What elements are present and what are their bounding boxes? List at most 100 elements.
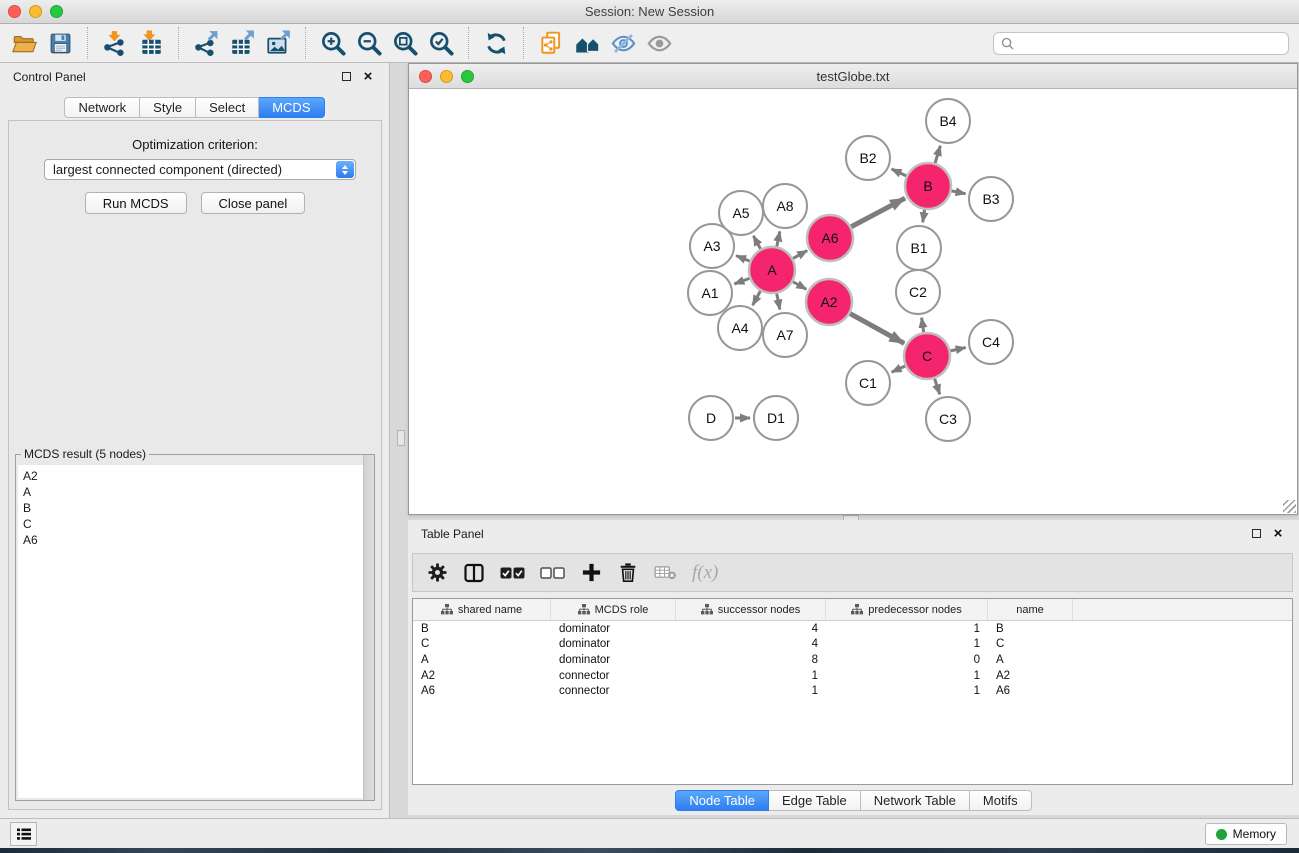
node-B2[interactable]: B2	[846, 136, 890, 180]
zoom-in-icon[interactable]	[315, 26, 351, 60]
column-header-successor-nodes[interactable]: successor nodes	[676, 599, 826, 620]
refresh-icon[interactable]	[478, 26, 514, 60]
hide-selected-icon[interactable]	[605, 26, 641, 60]
edge-C-C2[interactable]	[922, 318, 924, 332]
node-C3[interactable]: C3	[926, 397, 970, 441]
mcds-result-item[interactable]: A6	[23, 532, 372, 548]
close-table-panel-icon[interactable]: ×	[1270, 526, 1286, 542]
node-A1[interactable]: A1	[688, 271, 732, 315]
mcds-result-item[interactable]: B	[23, 500, 372, 516]
table-row[interactable]: Cdominator41C	[413, 637, 1292, 653]
edge-A6-B[interactable]	[851, 198, 905, 227]
node-B4[interactable]: B4	[926, 99, 970, 143]
export-network-icon[interactable]	[188, 26, 224, 60]
edge-A-A4[interactable]	[753, 291, 761, 305]
zoom-selected-icon[interactable]	[423, 26, 459, 60]
column-header-mcds-role[interactable]: MCDS role	[551, 599, 676, 620]
column-header-predecessor-nodes[interactable]: predecessor nodes	[826, 599, 988, 620]
edge-A-A3[interactable]	[736, 256, 750, 261]
node-C4[interactable]: C4	[969, 320, 1013, 364]
export-table-icon[interactable]	[224, 26, 260, 60]
mcds-result-item[interactable]: A2	[23, 468, 372, 484]
deselect-all-columns-icon[interactable]	[540, 560, 565, 586]
node-A[interactable]: A	[749, 247, 795, 293]
mcds-result-list[interactable]: A2ABCA6	[18, 465, 372, 798]
close-panel-button[interactable]: Close panel	[201, 192, 306, 214]
delete-column-icon[interactable]	[617, 560, 639, 586]
tab-style[interactable]: Style	[140, 97, 196, 118]
edge-A-A1[interactable]	[734, 278, 749, 284]
svg-text:A8: A8	[776, 198, 793, 214]
tab-edge-table[interactable]: Edge Table	[769, 790, 861, 811]
show-all-icon[interactable]	[641, 26, 677, 60]
node-B1[interactable]: B1	[897, 226, 941, 270]
open-icon[interactable]	[6, 26, 42, 60]
tab-node-table[interactable]: Node Table	[675, 790, 769, 811]
save-icon[interactable]	[42, 26, 78, 60]
edge-A-A2[interactable]	[793, 282, 806, 290]
search-input[interactable]	[1019, 37, 1281, 51]
duplicate-network-icon[interactable]	[533, 26, 569, 60]
import-table-icon[interactable]	[133, 26, 169, 60]
column-header-name[interactable]: name	[988, 599, 1073, 620]
edge-A-A8[interactable]	[777, 231, 780, 246]
edge-B-B4[interactable]	[935, 146, 940, 163]
table-row[interactable]: A6connector11A6	[413, 683, 1292, 699]
network-canvas[interactable]: B4B2BB3A8A5A6A3B1AA1C2A2A4A7C4CC1C3DD1	[409, 89, 1297, 514]
run-mcds-button[interactable]: Run MCDS	[85, 192, 187, 214]
mcds-result-item[interactable]: A	[23, 484, 372, 500]
resize-grip-icon[interactable]	[1283, 500, 1296, 513]
node-C[interactable]: C	[904, 333, 950, 379]
tab-motifs[interactable]: Motifs	[970, 790, 1032, 811]
edge-A-A6[interactable]	[793, 251, 807, 259]
tab-select[interactable]: Select	[196, 97, 259, 118]
first-neighbors-icon[interactable]	[569, 26, 605, 60]
node-A2[interactable]: A2	[806, 279, 852, 325]
zoom-out-icon[interactable]	[351, 26, 387, 60]
table-row[interactable]: Adominator80A	[413, 652, 1292, 668]
zoom-fit-icon[interactable]	[387, 26, 423, 60]
edge-A-A5[interactable]	[753, 236, 760, 249]
import-network-icon[interactable]	[97, 26, 133, 60]
gear-icon[interactable]	[426, 560, 448, 586]
node-B[interactable]: B	[905, 163, 951, 209]
float-table-panel-icon[interactable]	[1248, 526, 1264, 542]
node-A4[interactable]: A4	[718, 306, 762, 350]
split-columns-icon[interactable]	[463, 560, 485, 586]
node-A8[interactable]: A8	[763, 184, 807, 228]
edge-B-B2[interactable]	[892, 169, 907, 176]
edge-C-C4[interactable]	[950, 348, 965, 351]
close-panel-icon[interactable]: ×	[360, 69, 376, 85]
edge-B-B1[interactable]	[923, 210, 925, 223]
edge-A2-C[interactable]	[850, 314, 904, 344]
node-B3[interactable]: B3	[969, 177, 1013, 221]
edge-C-C3[interactable]	[935, 379, 940, 395]
edge-A-A7[interactable]	[777, 294, 780, 310]
node-D[interactable]: D	[689, 396, 733, 440]
mcds-list-scrollbar[interactable]	[363, 455, 374, 800]
vertical-splitter-handle[interactable]	[397, 430, 405, 446]
node-A7[interactable]: A7	[763, 313, 807, 357]
memory-button[interactable]: Memory	[1205, 823, 1287, 845]
mcds-result-item[interactable]: C	[23, 516, 372, 532]
table-row[interactable]: A2connector11A2	[413, 668, 1292, 684]
add-column-icon[interactable]	[580, 560, 602, 586]
node-A6[interactable]: A6	[807, 215, 853, 261]
node-C2[interactable]: C2	[896, 270, 940, 314]
edge-C-C1[interactable]	[892, 366, 906, 372]
criterion-dropdown[interactable]: largest connected component (directed)	[44, 159, 356, 180]
tab-network[interactable]: Network	[64, 97, 140, 118]
export-image-icon[interactable]	[260, 26, 296, 60]
tab-mcds[interactable]: MCDS	[259, 97, 324, 118]
tab-network-table[interactable]: Network Table	[861, 790, 970, 811]
node-D1[interactable]: D1	[754, 396, 798, 440]
float-panel-icon[interactable]	[338, 69, 354, 85]
task-history-button[interactable]	[10, 822, 37, 846]
column-header-shared-name[interactable]: shared name	[413, 599, 551, 620]
search-field[interactable]	[993, 32, 1289, 55]
table-row[interactable]: Bdominator41B	[413, 621, 1292, 637]
select-all-columns-icon[interactable]	[500, 560, 525, 586]
edge-B-B3[interactable]	[952, 191, 966, 194]
node-C1[interactable]: C1	[846, 361, 890, 405]
node-A3[interactable]: A3	[690, 224, 734, 268]
